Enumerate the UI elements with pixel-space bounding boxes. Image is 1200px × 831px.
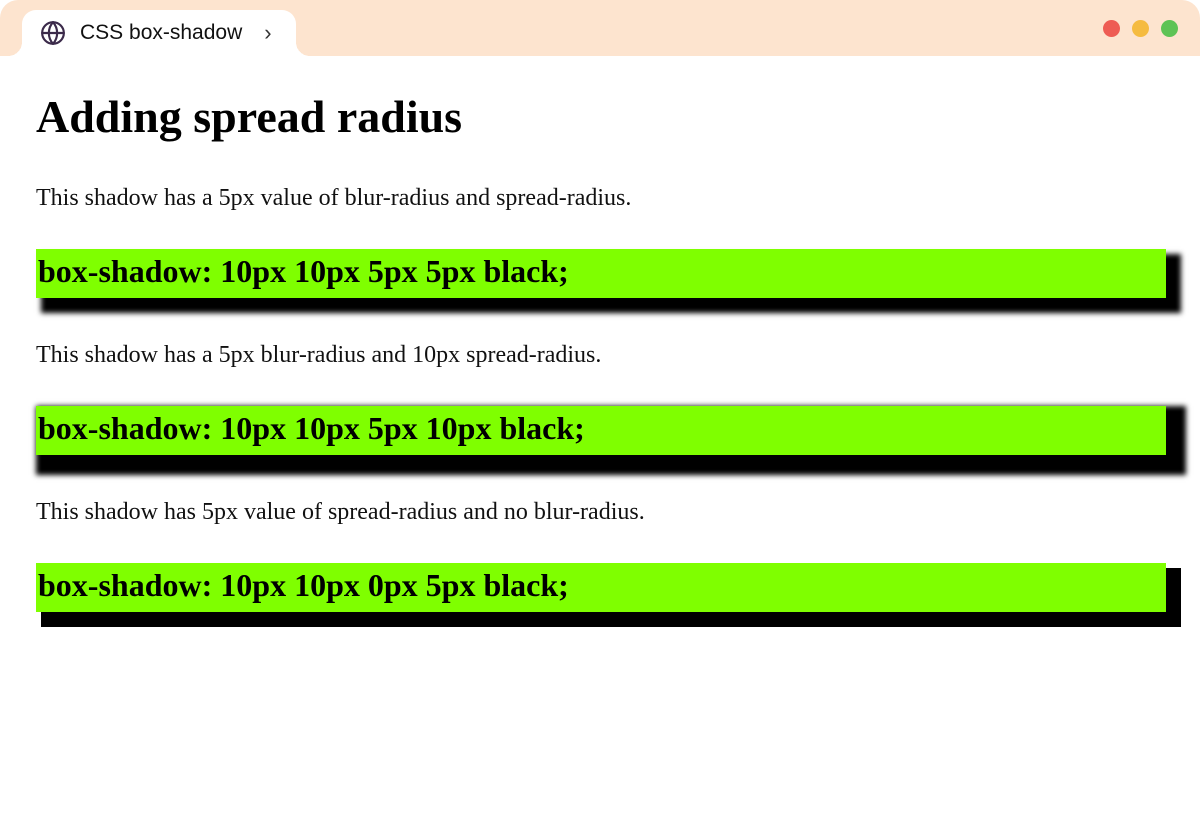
example-description: This shadow has a 5px value of blur-radi… [36, 183, 1166, 213]
window-maximize-button[interactable] [1161, 20, 1178, 37]
example-box: box-shadow: 10px 10px 0px 5px black; [36, 563, 1166, 612]
example-box: box-shadow: 10px 10px 5px 10px black; [36, 406, 1166, 455]
window-controls [1103, 0, 1178, 56]
example-description: This shadow has 5px value of spread-radi… [36, 497, 1166, 527]
example-box: box-shadow: 10px 10px 5px 5px black; [36, 249, 1166, 298]
page-title: Adding spread radius [36, 90, 1166, 143]
page-content: Adding spread radius This shadow has a 5… [0, 56, 1200, 694]
window-close-button[interactable] [1103, 20, 1120, 37]
browser-chrome: CSS box-shadow › [0, 0, 1200, 56]
example-description: This shadow has a 5px blur-radius and 10… [36, 340, 1166, 370]
tab-title: CSS box-shadow [80, 21, 242, 45]
chevron-right-icon: › [264, 20, 271, 46]
browser-tab[interactable]: CSS box-shadow › [22, 10, 296, 56]
tab-strip: CSS box-shadow › [0, 0, 296, 56]
window-minimize-button[interactable] [1132, 20, 1149, 37]
globe-icon [40, 20, 66, 46]
